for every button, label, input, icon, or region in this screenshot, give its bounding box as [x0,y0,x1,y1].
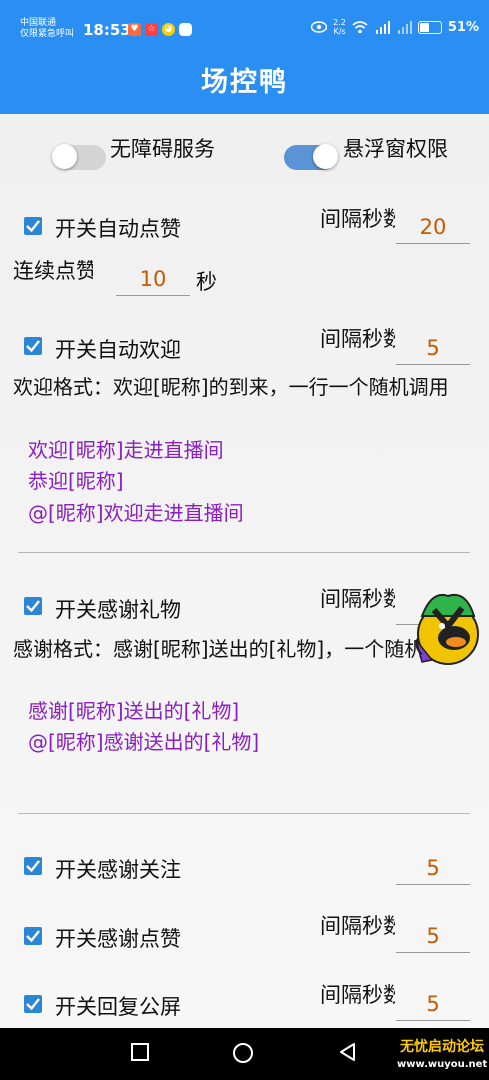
battery-percent: 51% [447,19,479,35]
reply-public-checkbox[interactable] [24,995,42,1013]
divider [18,813,470,814]
home-circle-icon[interactable] [232,1042,254,1064]
welcome-template-1[interactable]: 欢迎[昵称]走进直播间 [28,434,224,463]
watermark-title: 无忧启动论坛 [400,1039,484,1055]
accessibility-service-toggle[interactable] [52,144,106,170]
battery-icon [417,20,442,34]
overlay-permission-label: 悬浮窗权限 [343,137,448,161]
speed-value: 2.2 [333,18,346,27]
thank-like-interval-label: 间隔秒数： [320,914,395,938]
auto-like-interval-label: 间隔秒数： [320,207,395,231]
network-speed: 2.2 K/s [333,18,346,36]
auto-welcome-label: 开关自动欢迎 [55,338,181,362]
speed-unit: K/s [333,27,346,36]
reply-public-interval-input[interactable]: 5 [396,988,470,1021]
carrier-info: 中国联通 仅限紧急呼叫 [20,18,74,40]
check-icon [26,860,40,873]
auto-welcome-interval-input[interactable]: 5 [396,332,470,365]
thank-template-1[interactable]: 感谢[昵称]送出的[礼物] [28,695,239,724]
app-bar: 场控鸭 [0,46,489,114]
floating-duck-mascot[interactable] [412,586,484,668]
auto-welcome-interval-label: 间隔秒数： [320,327,395,351]
signal-5g-icon [375,20,390,34]
overlay-permission-toggle[interactable] [284,144,338,170]
reply-public-label: 开关回复公屏 [55,995,181,1019]
settings-panel: 无障碍服务 悬浮窗权限 开关自动点赞 间隔秒数： 20 连续点赞： 10 秒 开… [0,114,489,1028]
thank-gift-checkbox[interactable] [24,597,42,615]
signal-icon [397,20,412,34]
welcome-template-3[interactable]: @[昵称]欢迎走进直播间 [28,497,244,526]
toggle-knob [52,144,77,169]
thank-follow-label: 开关感谢关注 [55,858,181,882]
thank-template-2[interactable]: @[昵称]感谢送出的[礼物] [28,726,259,755]
qq-icon: ◕ [162,23,175,36]
app-title: 场控鸭 [201,67,288,98]
reply-public-interval-label: 间隔秒数： [320,983,395,1007]
thank-like-label: 开关感谢点赞 [55,927,181,951]
thank-format-hint: 感谢格式：感谢[昵称]送出的[礼物]，一个随机调用 [13,637,465,661]
like-count-input[interactable]: 10 [116,263,190,296]
check-icon [26,998,40,1011]
auto-like-interval-input[interactable]: 20 [396,211,470,244]
clock: 18:53 [83,21,131,39]
forum-watermark: 无忧启动论坛 www.wuyou.net [397,1038,487,1076]
thank-follow-checkbox[interactable] [24,857,42,875]
thank-gift-interval-label: 间隔秒数： [320,587,395,611]
notification-icons: ♥ ☆ ◕ [128,23,192,36]
like-count-label: 连续点赞： [13,259,93,283]
auto-like-checkbox[interactable] [24,217,42,235]
watermark-url: www.wuyou.net [397,1059,488,1070]
welcome-template-2[interactable]: 恭迎[昵称] [28,465,124,494]
auto-welcome-checkbox[interactable] [24,337,42,355]
carrier-status: 仅限紧急呼叫 [20,29,75,39]
thank-follow-interval-input[interactable]: 5 [396,852,470,885]
check-icon [26,600,40,613]
back-triangle-icon[interactable] [338,1042,358,1062]
status-bar: 中国联通 仅限紧急呼叫 18:53 ♥ ☆ ◕ 2.2 K/s 51% [0,0,489,46]
app-notification-icon: ☆ [145,23,158,36]
status-icons: 2.2 K/s 51% [311,18,479,36]
check-icon [26,220,40,233]
app-notification-icon: ♥ [128,23,141,36]
wifi-icon [352,20,368,33]
like-count-unit: 秒 [196,270,217,294]
thank-like-checkbox[interactable] [24,927,42,945]
welcome-format-hint: 欢迎格式：欢迎[昵称]的到来，一行一个随机调用 [13,375,449,399]
toggle-knob [313,144,338,169]
thank-gift-label: 开关感谢礼物 [55,598,181,622]
carrier-name: 中国联通 [20,18,57,28]
app-notification-icon [179,23,192,36]
accessibility-service-label: 无障碍服务 [110,137,215,161]
auto-like-label: 开关自动点赞 [55,217,181,241]
check-icon [26,930,40,943]
battery-fill [419,22,429,32]
eye-icon [311,21,328,33]
divider [18,552,470,553]
recents-square-icon[interactable] [130,1042,150,1062]
thank-like-interval-input[interactable]: 5 [396,920,470,953]
check-icon [26,340,40,353]
